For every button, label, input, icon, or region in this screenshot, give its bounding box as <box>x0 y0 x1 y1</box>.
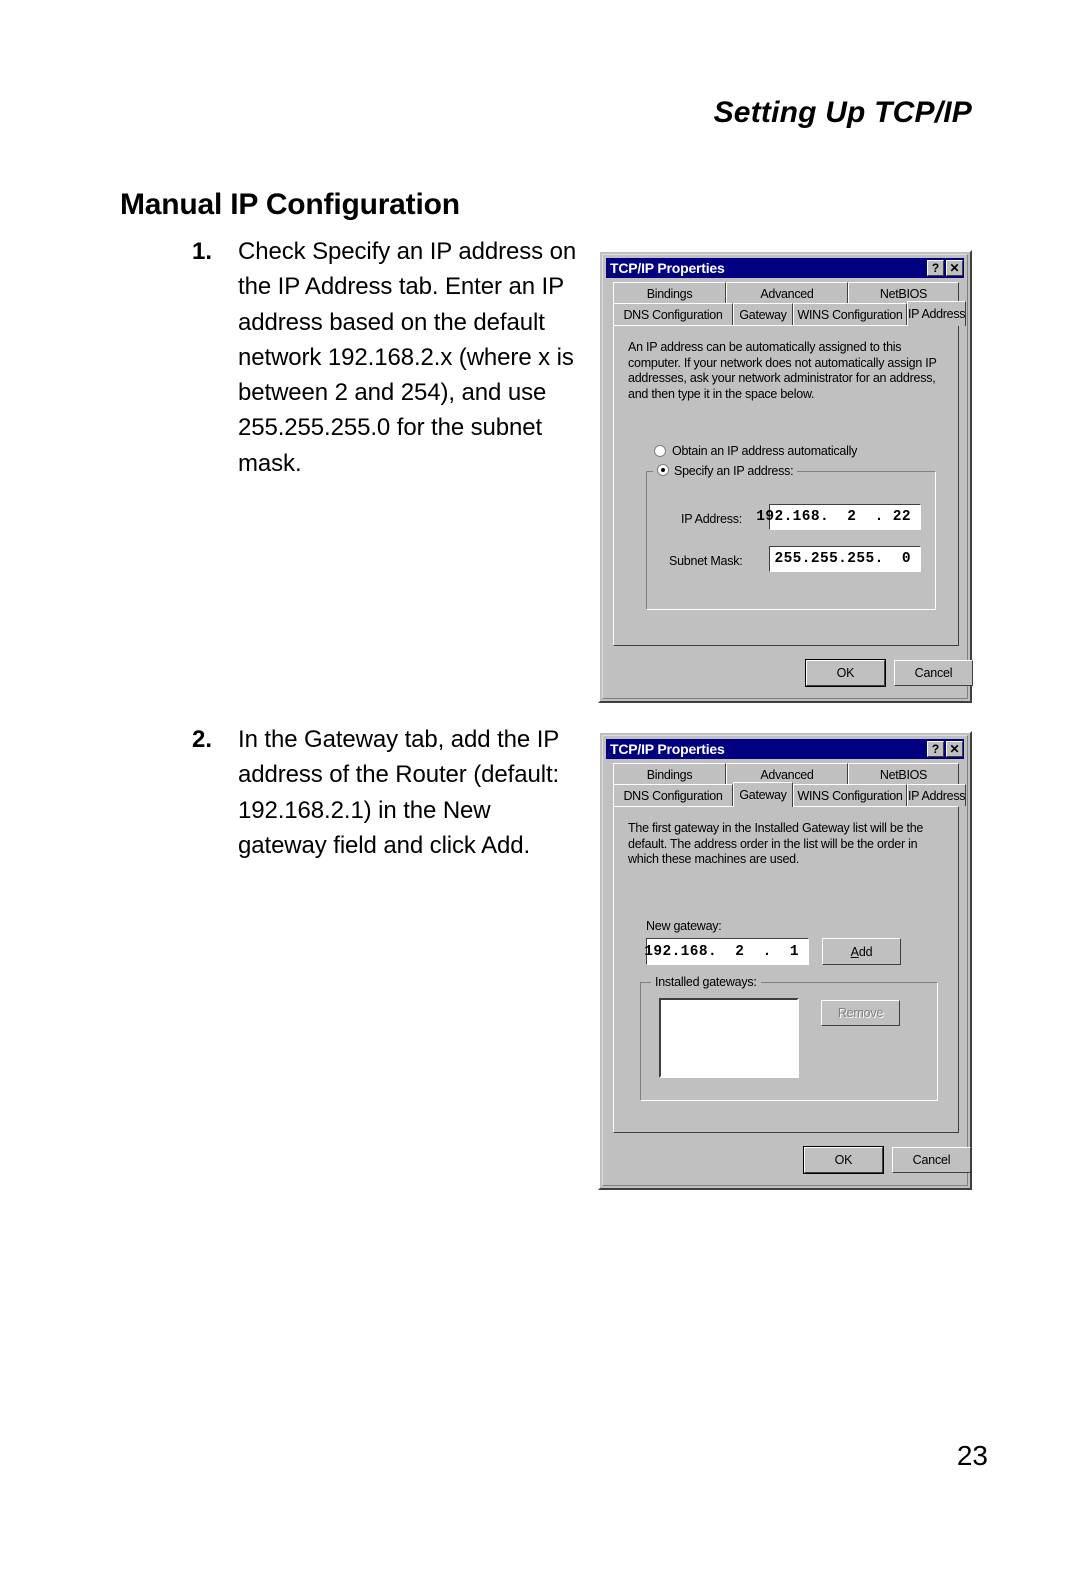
installed-gateways-group: Installed gateways: Remove <box>640 975 938 1101</box>
radio-obtain-ip-automatically[interactable]: Obtain an IP address automatically <box>654 444 857 458</box>
step-number: 2. <box>192 726 213 753</box>
page-number: 23 <box>956 1440 988 1471</box>
page-title: Manual IP Configuration <box>120 188 460 221</box>
tab-gateway[interactable]: Gateway <box>733 782 793 807</box>
tab-page-gateway: The first gateway in the Installed Gatew… <box>613 806 959 1133</box>
tcpip-properties-dialog-ip-address: TCP/IP Properties ? ✕ Bindings Advanced … <box>598 250 973 703</box>
close-icon[interactable]: ✕ <box>946 260 963 276</box>
tab-row-bottom: DNS Configuration Gateway WINS Configura… <box>613 782 967 807</box>
tab-dns-configuration[interactable]: DNS Configuration <box>613 303 733 325</box>
cancel-button[interactable]: Cancel <box>894 660 973 686</box>
tab-netbios[interactable]: NetBIOS <box>848 763 959 785</box>
step-text: In the Gateway tab, add the IP address o… <box>238 726 560 859</box>
dialog-title: TCP/IP Properties <box>610 260 725 276</box>
help-icon[interactable]: ? <box>927 741 944 757</box>
tab-strip: Bindings Advanced NetBIOS DNS Configurat… <box>613 282 967 326</box>
title-bar-buttons: ? ✕ <box>927 260 964 276</box>
tab-page-ip-address: An IP address can be automatically assig… <box>613 325 959 646</box>
step-number: 1. <box>192 238 213 265</box>
step-text: Check Specify an IP address on the IP Ad… <box>238 238 577 477</box>
tab-ip-address[interactable]: IP Address <box>907 301 967 326</box>
title-bar: TCP/IP Properties ? ✕ <box>606 739 964 759</box>
dialog-title: TCP/IP Properties <box>610 741 725 757</box>
remove-button[interactable]: Remove <box>821 1000 900 1026</box>
gateway-description: The first gateway in the Installed Gatew… <box>628 821 924 866</box>
ok-button[interactable]: OK <box>805 659 886 687</box>
tab-strip: Bindings Advanced NetBIOS DNS Configurat… <box>613 763 967 807</box>
radio-label: Obtain an IP address automatically <box>672 444 858 458</box>
tab-ip-address[interactable]: IP Address <box>907 784 967 806</box>
tab-gateway[interactable]: Gateway <box>733 303 793 325</box>
ip-address-input[interactable]: 192.168. 2 . 22 <box>756 504 921 530</box>
add-button[interactable]: Add <box>822 938 901 965</box>
running-header: Setting Up TCP/IP <box>713 96 972 129</box>
instruction-step-2: 2. In the Gateway tab, add the IP addres… <box>192 722 584 863</box>
new-gateway-input[interactable]: 192.168. 2 . 1 <box>644 938 809 965</box>
new-gateway-label: New gateway: <box>646 919 722 933</box>
installed-gateways-label: Installed gateways: <box>651 975 761 989</box>
tab-wins-configuration[interactable]: WINS Configuration <box>793 303 907 325</box>
dialog-inner-frame: TCP/IP Properties ? ✕ Bindings Advanced … <box>602 254 973 699</box>
close-icon[interactable]: ✕ <box>946 741 963 757</box>
radio-button-icon[interactable] <box>657 464 669 476</box>
cancel-button[interactable]: Cancel <box>892 1147 971 1173</box>
subnet-mask-label: Subnet Mask: <box>669 554 743 568</box>
tcpip-properties-dialog-gateway: TCP/IP Properties ? ✕ Bindings Advanced … <box>598 731 972 1190</box>
ip-address-description: An IP address can be automatically assig… <box>628 340 937 401</box>
installed-gateways-listbox[interactable] <box>659 998 799 1078</box>
instruction-step-1: 1. Check Specify an IP address on the IP… <box>192 234 584 481</box>
ok-button[interactable]: OK <box>803 1146 884 1174</box>
tab-bindings[interactable]: Bindings <box>613 282 726 304</box>
tab-row-bottom: DNS Configuration Gateway WINS Configura… <box>613 301 967 326</box>
specify-ip-group-label: Specify an IP address: <box>653 464 798 478</box>
radio-label: Specify an IP address: <box>674 464 794 478</box>
dialog-inner-frame: TCP/IP Properties ? ✕ Bindings Advanced … <box>602 735 971 1186</box>
subnet-mask-input[interactable]: 255.255.255. 0 <box>769 546 921 572</box>
specify-ip-group: Specify an IP address: IP Address: 192.1… <box>646 464 936 610</box>
radio-button-icon <box>654 445 666 457</box>
title-bar-buttons: ? ✕ <box>927 741 964 757</box>
tab-wins-configuration[interactable]: WINS Configuration <box>793 784 907 806</box>
help-icon[interactable]: ? <box>927 260 944 276</box>
tab-dns-configuration[interactable]: DNS Configuration <box>613 784 733 806</box>
ip-address-label: IP Address: <box>681 512 742 526</box>
tab-bindings[interactable]: Bindings <box>613 763 726 785</box>
title-bar: TCP/IP Properties ? ✕ <box>606 258 964 278</box>
tab-advanced[interactable]: Advanced <box>726 282 848 304</box>
